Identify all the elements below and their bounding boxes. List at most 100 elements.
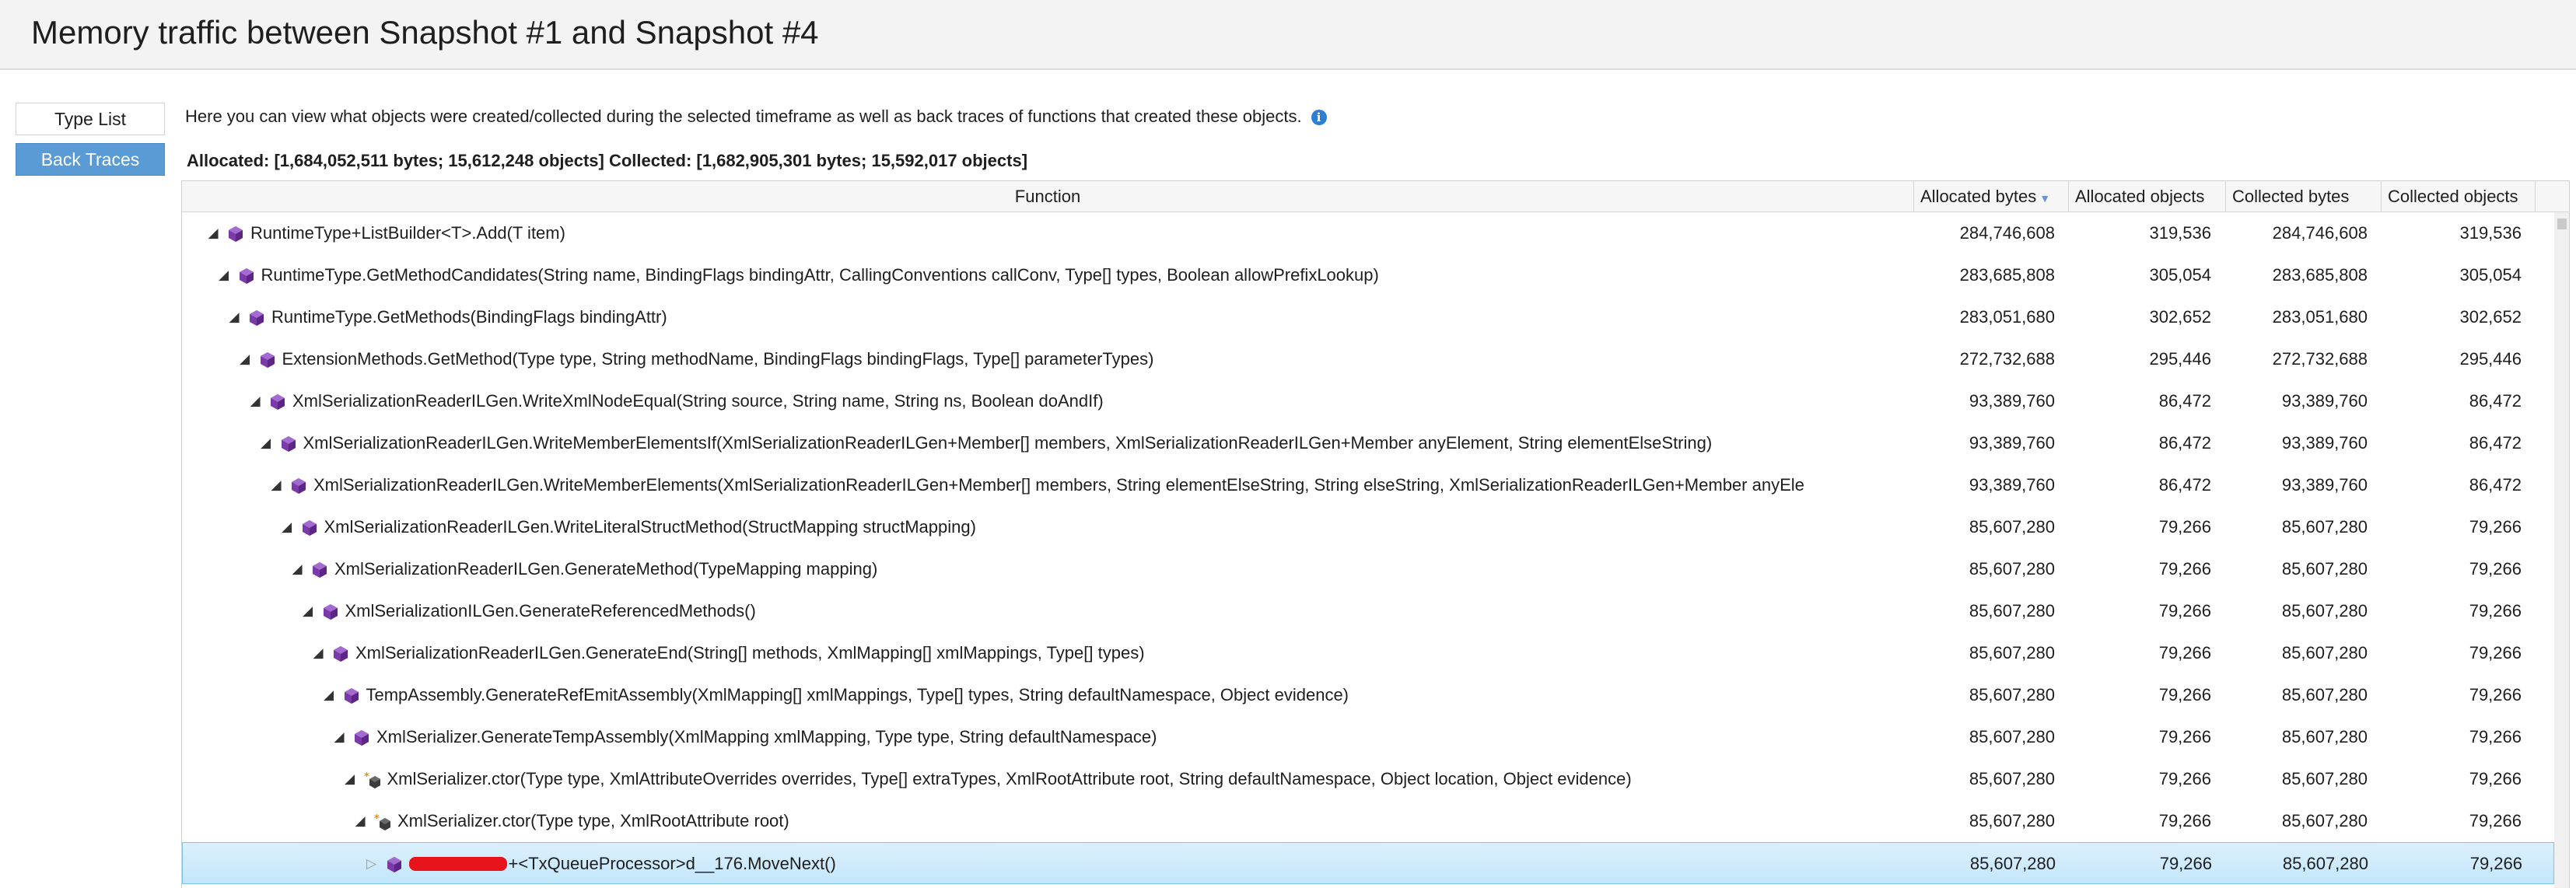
function-name: RuntimeType+ListBuilder<T>.Add(T item) [250,212,565,254]
table-row[interactable]: ◢ XmlSerializationReaderILGen.WriteMember… [182,464,2554,506]
method-icon [301,519,318,537]
table-row[interactable]: ◢ XmlSerializationReaderILGen.GenerateEnd… [182,632,2554,674]
column-header-collected-bytes[interactable]: Collected bytes [2226,181,2382,212]
collected-objects-cell: 305,054 [2459,265,2522,285]
redaction-mark [408,857,507,872]
method-icon [322,603,339,621]
collapse-arrow-icon[interactable]: ◢ [258,422,274,464]
vertical-scrollbar[interactable] [2554,212,2569,888]
function-name: XmlSerializationReaderILGen.GenerateMeth… [334,548,877,590]
function-name: XmlSerializer.GenerateTempAssembly(XmlMa… [376,716,1157,758]
tab-back-traces[interactable]: Back Traces [16,143,165,176]
method-icon [386,856,403,873]
method-icon [259,351,276,369]
svg-text:*: * [364,771,369,783]
collapse-arrow-icon[interactable]: ◢ [342,758,358,800]
collapse-arrow-icon[interactable]: ◢ [352,800,368,842]
table-row[interactable]: ◢ RuntimeType.GetMethods(BindingFlags bin… [182,296,2554,338]
table-row[interactable]: ◢ XmlSerializer.GenerateTempAssembly(XmlM… [182,716,2554,758]
collected-bytes-cell: 93,389,760 [2281,475,2368,495]
info-icon[interactable]: i [1311,110,1327,126]
collected-bytes-cell: 85,607,280 [2281,517,2368,537]
allocated-bytes-cell: 85,607,280 [1969,769,2055,788]
collapse-arrow-icon[interactable]: ◢ [205,212,221,254]
allocated-bytes-cell: 85,607,280 [1969,811,2055,830]
table-row[interactable]: ◢ * XmlSerializer.ctor(Type type, XmlRootA… [182,800,2554,842]
table-row[interactable]: ▷ +<TxQueueProcessor>d__176.MoveNext() 85,… [182,842,2554,884]
function-name: ExtensionMethods.GetMethod(Type type, St… [282,338,1154,380]
collapse-arrow-icon[interactable]: ◢ [289,548,305,590]
svg-text:*: * [374,813,380,825]
collected-bytes-cell: 283,685,808 [2272,265,2368,285]
function-name: XmlSerializationReaderILGen.GenerateEnd(… [355,632,1145,674]
allocated-bytes-cell: 85,607,280 [1969,601,2055,621]
allocated-bytes-cell: 283,051,680 [1959,307,2055,327]
allocated-bytes-cell: 93,389,760 [1969,433,2055,453]
allocated-bytes-cell: 85,607,280 [1969,854,2056,873]
collected-bytes-cell: 283,051,680 [2272,307,2368,327]
collected-objects-cell: 79,266 [2469,811,2522,830]
table-row[interactable]: ◢ XmlSerializationReaderILGen.WriteMember… [182,422,2554,464]
column-header-allocated-bytes[interactable]: Allocated bytes ▼ [1914,181,2069,212]
page-title: Memory traffic between Snapshot #1 and S… [31,14,819,51]
function-name: XmlSerializationReaderILGen.WriteLiteral… [324,506,976,548]
function-name: XmlSerializationILGen.GenerateReferenced… [345,590,756,632]
collected-objects-cell: 79,266 [2469,601,2522,621]
collected-bytes-cell: 85,607,280 [2281,811,2368,830]
function-name-text: XmlSerializationILGen.GenerateReferenced… [345,601,756,621]
table-row[interactable]: ◢ TempAssembly.GenerateRefEmitAssembly(Xm… [182,674,2554,716]
collapse-arrow-icon[interactable]: ◢ [247,380,263,422]
method-icon [343,687,360,704]
table-row[interactable]: ◢ XmlSerializationReaderILGen.WriteLitera… [182,506,2554,548]
table-row[interactable]: ◢ XmlSerializationILGen.GenerateReference… [182,590,2554,632]
method-icon [269,393,286,411]
expand-arrow-icon[interactable]: ▷ [364,843,380,885]
allocated-objects-cell: 79,266 [2158,727,2211,746]
constructor-icon: * [364,771,381,788]
method-icon [290,477,307,495]
column-header-collected-objects[interactable]: Collected objects [2382,181,2536,212]
tab-type-list[interactable]: Type List [16,103,165,135]
collected-objects-cell: 86,472 [2469,391,2522,411]
collected-bytes-cell: 85,607,280 [2281,685,2368,704]
collected-objects-cell: 79,266 [2469,685,2522,704]
table-row[interactable]: ◢ * XmlSerializer.ctor(Type type, XmlAttri… [182,758,2554,800]
collapse-arrow-icon[interactable]: ◢ [226,296,242,338]
method-icon [332,645,349,663]
allocated-bytes-cell: 85,607,280 [1969,517,2055,537]
grid-rows: ◢ RuntimeType+ListBuilder<T>.Add(T item) 2… [182,212,2554,884]
collected-objects-cell: 79,266 [2469,727,2522,746]
table-row[interactable]: ◢ XmlSerializationReaderILGen.WriteXmlNod… [182,380,2554,422]
allocated-bytes-cell: 93,389,760 [1969,391,2055,411]
collected-objects-cell: 302,652 [2459,307,2522,327]
collapse-arrow-icon[interactable]: ◢ [237,338,253,380]
column-header-allocated-objects[interactable]: Allocated objects [2069,181,2226,212]
description-text: Here you can view what objects were crea… [185,107,1327,127]
collapse-arrow-icon[interactable]: ◢ [310,632,326,674]
collapse-arrow-icon[interactable]: ◢ [216,254,232,296]
function-name-text: XmlSerializationReaderILGen.WriteXmlNode… [292,391,1104,411]
table-row[interactable]: ◢ ExtensionMethods.GetMethod(Type type, S… [182,338,2554,380]
collected-objects-cell: 79,266 [2469,854,2522,873]
collapse-arrow-icon[interactable]: ◢ [331,716,347,758]
allocated-bytes-cell: 284,746,608 [1959,223,2055,243]
allocated-objects-cell: 79,266 [2159,854,2212,873]
method-icon [248,309,265,327]
function-name: +<TxQueueProcessor>d__176.MoveNext() [408,843,836,885]
table-row[interactable]: ◢ RuntimeType+ListBuilder<T>.Add(T item) 2… [182,212,2554,254]
function-name: RuntimeType.GetMethods(BindingFlags bind… [271,296,667,338]
scrollbar-thumb[interactable] [2557,219,2567,229]
allocated-bytes-cell: 85,607,280 [1969,685,2055,704]
function-name-text: XmlSerializer.ctor(Type type, XmlRootAtt… [397,811,789,830]
collapse-arrow-icon[interactable]: ◢ [321,674,337,716]
collapse-arrow-icon[interactable]: ◢ [300,590,316,632]
allocated-objects-cell: 302,652 [2149,307,2211,327]
collapse-arrow-icon[interactable]: ◢ [268,464,284,506]
table-row[interactable]: ◢ XmlSerializationReaderILGen.GenerateMet… [182,548,2554,590]
function-name-text: RuntimeType.GetMethods(BindingFlags bind… [271,307,667,327]
collapse-arrow-icon[interactable]: ◢ [279,506,295,548]
column-header-function[interactable]: Function [182,181,1914,212]
grid-header: Function Allocated bytes ▼ Allocated obje… [182,181,2569,212]
table-row[interactable]: ◢ RuntimeType.GetMethodCandidates(String … [182,254,2554,296]
function-name: XmlSerializationReaderILGen.WriteXmlNode… [292,380,1104,422]
